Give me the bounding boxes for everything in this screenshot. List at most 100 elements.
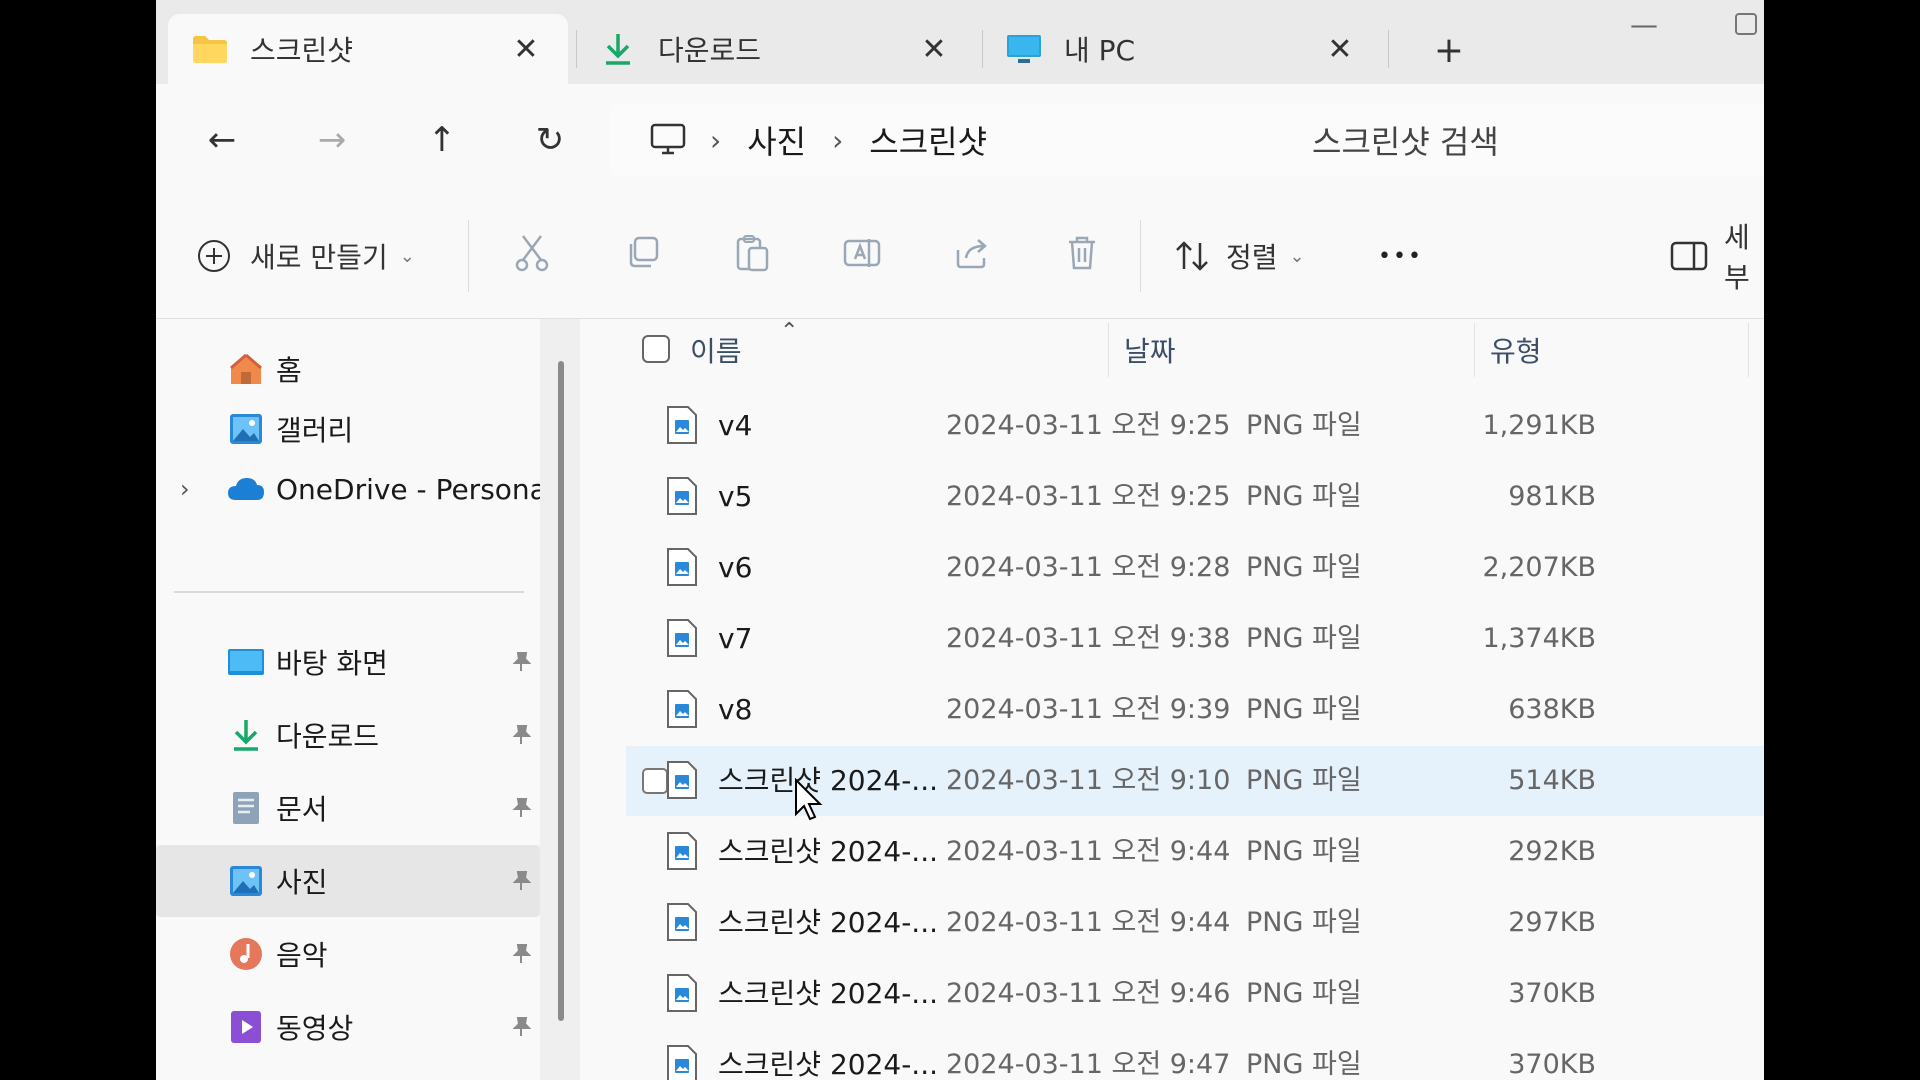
tab-screenshots[interactable]: 스크린샷 ✕ bbox=[168, 14, 568, 84]
file-name[interactable]: 스크린샷 2024-... bbox=[718, 1030, 938, 1080]
sidebar-item-music[interactable]: 음악 bbox=[156, 918, 540, 990]
table-row[interactable]: v7 2024-03-11 오전 9:38 PNG 파일 1,374KB bbox=[626, 604, 1764, 674]
command-separator bbox=[468, 220, 469, 292]
paste-button[interactable] bbox=[726, 230, 778, 282]
file-size: 370KB bbox=[1508, 978, 1596, 1009]
trash-icon bbox=[1066, 235, 1098, 278]
new-tab-button[interactable]: + bbox=[1421, 22, 1477, 78]
table-row[interactable]: v6 2024-03-11 오전 9:28 PNG 파일 2,207KB bbox=[626, 533, 1764, 603]
sort-icon bbox=[1174, 239, 1210, 273]
delete-button[interactable] bbox=[1056, 230, 1108, 282]
new-button[interactable]: 새로 만들기 ⌄ bbox=[196, 230, 415, 282]
close-icon[interactable]: ✕ bbox=[1320, 32, 1360, 67]
file-size: 514KB bbox=[1508, 765, 1596, 796]
copy-button[interactable] bbox=[616, 230, 668, 282]
tab-downloads[interactable]: 다운로드 ✕ bbox=[576, 14, 976, 84]
column-separator[interactable] bbox=[1108, 323, 1109, 377]
file-date: 2024-03-11 오전 9:25 bbox=[946, 481, 1231, 512]
breadcrumb-chevron[interactable]: › bbox=[710, 124, 721, 157]
png-file-icon bbox=[667, 548, 697, 586]
plus-circle-icon bbox=[196, 238, 232, 274]
file-type: PNG 파일 bbox=[1246, 765, 1362, 796]
back-button[interactable]: ← bbox=[196, 114, 248, 166]
rename-button[interactable] bbox=[836, 230, 888, 282]
sidebar-item-onedrive[interactable]: › OneDrive - Personal bbox=[156, 453, 555, 525]
folder-icon bbox=[190, 32, 230, 66]
refresh-button[interactable]: ↻ bbox=[524, 114, 576, 166]
up-button[interactable]: ↑ bbox=[416, 114, 468, 166]
forward-button[interactable]: → bbox=[306, 114, 358, 166]
row-checkbox[interactable] bbox=[642, 768, 668, 794]
table-row[interactable]: v4 2024-03-11 오전 9:25 PNG 파일 1,291KB bbox=[626, 391, 1764, 461]
file-name[interactable]: 스크린샷 2024-... bbox=[718, 746, 938, 816]
file-date: 2024-03-11 오전 9:25 bbox=[946, 410, 1231, 441]
sort-button[interactable]: 정렬 ⌄ bbox=[1174, 230, 1305, 282]
chevron-right-icon[interactable]: › bbox=[180, 475, 190, 503]
file-type: PNG 파일 bbox=[1246, 623, 1362, 654]
file-name[interactable]: v8 bbox=[718, 675, 752, 745]
desktop-icon bbox=[226, 642, 266, 682]
file-name[interactable]: v4 bbox=[718, 391, 752, 461]
pin-icon[interactable] bbox=[508, 1014, 534, 1040]
pin-icon[interactable] bbox=[508, 941, 534, 967]
share-button[interactable] bbox=[946, 230, 998, 282]
music-icon bbox=[226, 934, 266, 974]
pin-icon[interactable] bbox=[508, 868, 534, 894]
more-options-button[interactable]: ••• bbox=[1378, 230, 1423, 282]
sidebar-item-pictures[interactable]: 사진 bbox=[156, 845, 540, 917]
pin-icon[interactable] bbox=[508, 649, 534, 675]
tab-separator bbox=[1388, 30, 1389, 68]
search-input[interactable]: 스크린샷 검색 bbox=[1276, 104, 1764, 176]
computer-icon[interactable] bbox=[650, 123, 686, 157]
table-row[interactable]: v5 2024-03-11 오전 9:25 PNG 파일 981KB bbox=[626, 462, 1764, 532]
details-pane-button[interactable]: 세부 bbox=[1670, 221, 1764, 294]
sidebar-scrollbar[interactable] bbox=[540, 319, 580, 1080]
table-row[interactable]: 스크린샷 2024-... 2024-03-11 오전 9:46 PNG 파일 370… bbox=[626, 959, 1764, 1029]
breadcrumb-pictures[interactable]: 사진 bbox=[747, 117, 806, 163]
png-file-icon bbox=[667, 619, 697, 657]
column-separator[interactable] bbox=[1748, 323, 1749, 377]
column-separator[interactable] bbox=[1474, 323, 1475, 377]
clipboard-icon bbox=[735, 234, 769, 279]
maximize-button[interactable] bbox=[1734, 10, 1758, 43]
file-date: 2024-03-11 오전 9:10 bbox=[946, 765, 1231, 796]
file-size: 370KB bbox=[1508, 1049, 1596, 1080]
scrollbar-thumb[interactable] bbox=[558, 361, 564, 1021]
table-row[interactable]: v8 2024-03-11 오전 9:39 PNG 파일 638KB bbox=[626, 675, 1764, 745]
select-all-checkbox[interactable] bbox=[642, 335, 670, 363]
download-icon bbox=[598, 32, 638, 66]
file-name[interactable]: 스크린샷 2024-... bbox=[718, 959, 938, 1029]
cut-button[interactable] bbox=[506, 230, 558, 282]
file-name[interactable]: v7 bbox=[718, 604, 752, 674]
rename-icon bbox=[843, 235, 881, 278]
home-icon bbox=[226, 349, 266, 389]
minimize-button[interactable]: — bbox=[1630, 8, 1658, 41]
sidebar-item-videos[interactable]: 동영상 bbox=[156, 991, 540, 1063]
video-icon bbox=[226, 1007, 266, 1047]
sidebar-item-label: OneDrive - Personal bbox=[276, 472, 555, 506]
close-icon[interactable]: ✕ bbox=[914, 32, 954, 67]
file-explorer-window: 스크린샷 ✕ 다운로드 ✕ 내 PC ✕ + — ← → ↑ ↻ › 사진 › … bbox=[156, 0, 1764, 1080]
table-row[interactable]: 스크린샷 2024-... 2024-03-11 오전 9:47 PNG 파일 370… bbox=[626, 1030, 1764, 1080]
column-header-type[interactable]: 유형 bbox=[1490, 319, 1542, 381]
breadcrumb-screenshots[interactable]: 스크린샷 bbox=[869, 117, 987, 163]
details-label: 세부 bbox=[1724, 221, 1750, 294]
close-icon[interactable]: ✕ bbox=[506, 32, 546, 67]
sidebar-item-documents[interactable]: 문서 bbox=[156, 772, 540, 844]
sidebar-item-desktop[interactable]: 바탕 화면 bbox=[156, 626, 540, 698]
column-header-name[interactable]: 이름 bbox=[690, 319, 742, 381]
table-row[interactable]: 스크린샷 2024-... 2024-03-11 오전 9:44 PNG 파일 292… bbox=[626, 817, 1764, 887]
breadcrumb-chevron[interactable]: › bbox=[832, 124, 843, 157]
table-row[interactable]: 스크린샷 2024-... 2024-03-11 오전 9:44 PNG 파일 297… bbox=[626, 888, 1764, 958]
tab-this-pc[interactable]: 내 PC ✕ bbox=[982, 14, 1382, 84]
sidebar-item-downloads[interactable]: 다운로드 bbox=[156, 699, 540, 771]
png-file-icon bbox=[667, 832, 697, 870]
column-header-date[interactable]: 날짜 bbox=[1124, 319, 1176, 381]
file-name[interactable]: v6 bbox=[718, 533, 752, 603]
pin-icon[interactable] bbox=[508, 722, 534, 748]
file-name[interactable]: 스크린샷 2024-... bbox=[718, 817, 938, 887]
pin-icon[interactable] bbox=[508, 795, 534, 821]
file-name[interactable]: 스크린샷 2024-... bbox=[718, 888, 938, 958]
file-type: PNG 파일 bbox=[1246, 907, 1362, 938]
file-name[interactable]: v5 bbox=[718, 462, 752, 532]
